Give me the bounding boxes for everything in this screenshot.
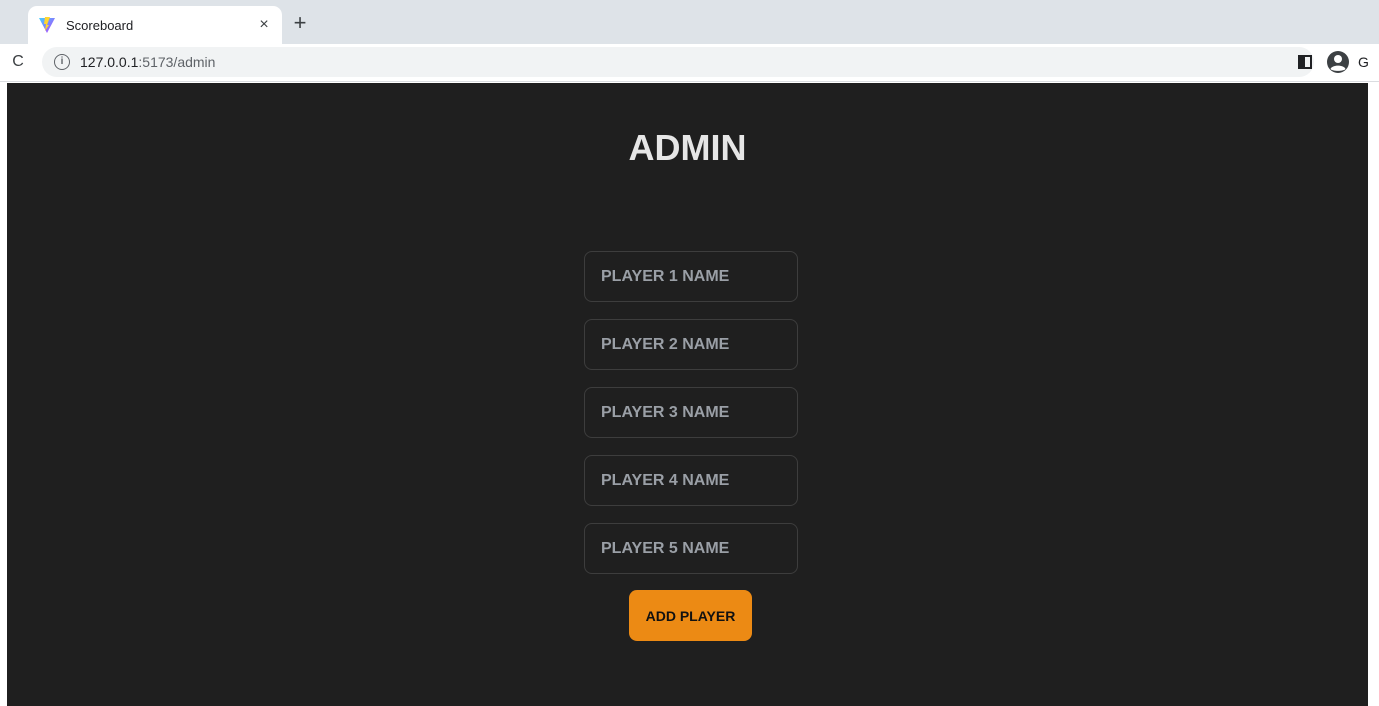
browser-toolbar: C i 127.0.0.1:5173/admin G [0,44,1379,82]
page-title: ADMIN [628,127,747,168]
info-icon[interactable]: i [54,54,70,70]
plus-icon[interactable]: + [288,12,312,36]
player-1-name-input[interactable] [584,251,798,302]
url-text: 127.0.0.1:5173/admin [80,54,215,70]
tab-title: Scoreboard [66,18,134,33]
vite-favicon-icon [39,17,55,33]
admin-page: ADMIN ADD PLAYER [7,83,1368,706]
profile-icon[interactable] [1326,50,1350,74]
side-panel-icon[interactable] [1298,55,1312,69]
player-3-name-input[interactable] [584,387,798,438]
browser-tab-strip: Scoreboard × + [0,0,1379,44]
address-bar[interactable]: i 127.0.0.1:5173/admin [42,47,1314,77]
player-2-name-input[interactable] [584,319,798,370]
player-4-name-input[interactable] [584,455,798,506]
url-path: :5173/admin [138,54,216,70]
browser-tab-scoreboard[interactable]: Scoreboard × [28,6,282,44]
player-5-name-input[interactable] [584,523,798,574]
url-host: 127.0.0.1 [80,54,139,70]
profile-name-initial[interactable]: G [1358,54,1369,70]
close-icon[interactable]: × [254,15,274,35]
add-player-button[interactable]: ADD PLAYER [629,590,752,641]
reload-icon[interactable]: C [8,52,28,72]
